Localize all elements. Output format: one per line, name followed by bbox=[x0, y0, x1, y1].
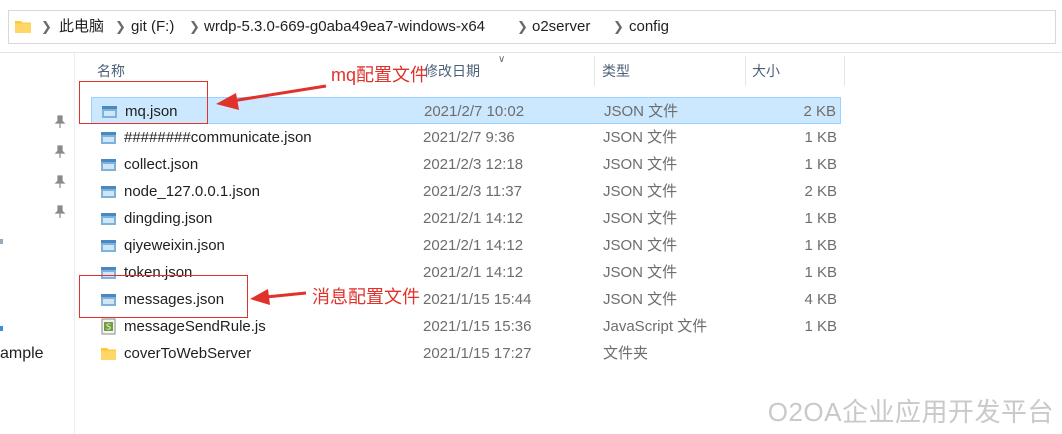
breadcrumb-item-o2server[interactable]: o2server bbox=[532, 11, 590, 43]
nav-indicator bbox=[0, 239, 3, 244]
file-type: JSON 文件 bbox=[603, 183, 678, 200]
annotation-label-mq: mq配置文件 bbox=[331, 65, 429, 85]
chevron-right-icon[interactable]: ❯ bbox=[41, 11, 52, 43]
nav-item-label[interactable]: ample bbox=[0, 345, 44, 363]
file-type: JSON 文件 bbox=[603, 129, 678, 146]
file-date: 2021/2/3 11:37 bbox=[423, 183, 522, 200]
annotation-box-messages bbox=[79, 275, 248, 318]
file-size: 1 KB bbox=[804, 237, 837, 254]
column-divider[interactable] bbox=[745, 56, 746, 86]
file-size: 1 KB bbox=[804, 210, 837, 227]
file-row[interactable]: coverToWebServer 2021/1/15 17:27 文件夹 bbox=[91, 340, 841, 367]
breadcrumb-item-config[interactable]: config bbox=[629, 11, 669, 43]
file-size: 2 KB bbox=[803, 103, 836, 120]
pin-icon[interactable] bbox=[54, 115, 66, 129]
file-size: 1 KB bbox=[804, 129, 837, 146]
file-date: 2021/2/7 10:02 bbox=[424, 103, 525, 120]
breadcrumb-item-drive[interactable]: git (F:) bbox=[131, 11, 174, 43]
file-size: 4 KB bbox=[804, 291, 837, 308]
svg-text:S: S bbox=[106, 323, 111, 332]
file-row[interactable]: node_127.0.0.1.json 2021/2/3 11:37 JSON 文件… bbox=[91, 178, 841, 205]
file-date: 2021/2/1 14:12 bbox=[423, 210, 524, 227]
pin-icon[interactable] bbox=[54, 205, 66, 219]
breadcrumb-item-wrdp[interactable]: wrdp-5.3.0-669-g0aba49ea7-windows-x64 bbox=[204, 11, 485, 43]
sort-chevron-icon: ∨ bbox=[498, 54, 506, 65]
navigation-pane: ample bbox=[0, 53, 75, 434]
column-divider[interactable] bbox=[844, 56, 845, 86]
file-row[interactable]: qiyeweixin.json 2021/2/1 14:12 JSON 文件 1 KB bbox=[91, 232, 841, 259]
file-type: JSON 文件 bbox=[603, 237, 678, 254]
file-type: JSON 文件 bbox=[603, 264, 678, 281]
column-header-type[interactable]: 类型 bbox=[602, 56, 630, 86]
file-date: 2021/2/7 9:36 bbox=[423, 129, 515, 146]
file-type: 文件夹 bbox=[603, 345, 649, 362]
pin-icon[interactable] bbox=[54, 145, 66, 159]
file-row[interactable]: ########communicate.json 2021/2/7 9:36 JSO… bbox=[91, 124, 841, 151]
file-type: JSON 文件 bbox=[603, 291, 678, 308]
file-row[interactable]: collect.json 2021/2/3 12:18 JSON 文件 1 KB bbox=[91, 151, 841, 178]
file-row[interactable]: dingding.json 2021/2/1 14:12 JSON 文件 1 KB bbox=[91, 205, 841, 232]
file-date: 2021/1/15 17:27 bbox=[423, 345, 532, 362]
address-bar: ❯ 此电脑 ❯ git (F:) ❯ wrdp-5.3.0-669-g0aba4… bbox=[0, 0, 1062, 53]
file-name: ########communicate.json bbox=[124, 129, 312, 146]
file-name: dingding.json bbox=[124, 210, 213, 227]
watermark-text: O2OA企业应用开发平台 bbox=[767, 397, 1054, 427]
file-name: collect.json bbox=[124, 156, 199, 173]
file-size: 1 KB bbox=[804, 156, 837, 173]
nav-indicator bbox=[0, 326, 3, 331]
file-type: JSON 文件 bbox=[603, 156, 678, 173]
file-size: 2 KB bbox=[804, 183, 837, 200]
file-date: 2021/1/15 15:44 bbox=[423, 291, 532, 308]
file-name: qiyeweixin.json bbox=[124, 237, 225, 254]
file-type: JSON 文件 bbox=[604, 103, 679, 120]
file-size: 1 KB bbox=[804, 264, 837, 281]
file-type: JavaScript 文件 bbox=[603, 318, 708, 335]
chevron-right-icon[interactable]: ❯ bbox=[613, 11, 624, 43]
file-date: 2021/2/1 14:12 bbox=[423, 264, 524, 281]
file-date: 2021/2/3 12:18 bbox=[423, 156, 524, 173]
annotation-box-mq bbox=[79, 81, 208, 124]
breadcrumb-item-this-pc[interactable]: 此电脑 bbox=[59, 11, 104, 43]
file-date: 2021/1/15 15:36 bbox=[423, 318, 532, 335]
column-header-size[interactable]: 大小 bbox=[752, 56, 780, 86]
annotation-label-messages: 消息配置文件 bbox=[312, 287, 420, 307]
file-size: 1 KB bbox=[804, 318, 837, 335]
file-date: 2021/2/1 14:12 bbox=[423, 237, 524, 254]
column-divider[interactable] bbox=[594, 56, 595, 86]
file-type: JSON 文件 bbox=[603, 210, 678, 227]
chevron-right-icon[interactable]: ❯ bbox=[115, 11, 126, 43]
chevron-right-icon[interactable]: ❯ bbox=[189, 11, 200, 43]
address-box[interactable]: ❯ 此电脑 ❯ git (F:) ❯ wrdp-5.3.0-669-g0aba4… bbox=[8, 10, 1056, 44]
file-name: coverToWebServer bbox=[124, 345, 252, 362]
column-header-date[interactable]: 修改日期 bbox=[424, 56, 480, 86]
pin-icon[interactable] bbox=[54, 175, 66, 189]
file-name: node_127.0.0.1.json bbox=[124, 183, 260, 200]
folder-icon bbox=[15, 21, 31, 33]
chevron-right-icon[interactable]: ❯ bbox=[517, 11, 528, 43]
